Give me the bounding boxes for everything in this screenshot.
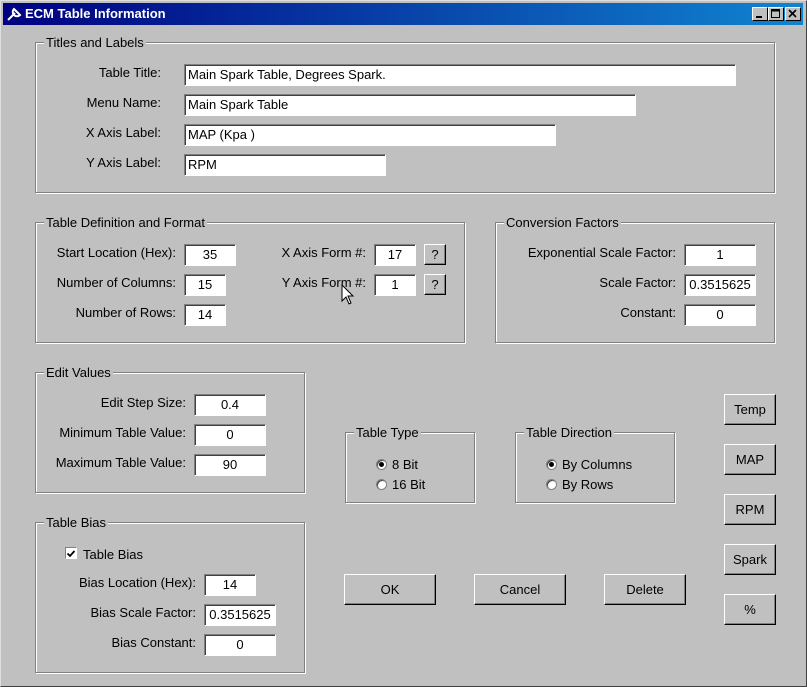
radio-8-bit-label[interactable]: 8 Bit [392, 457, 418, 472]
y-axis-label-field[interactable]: RPM [184, 154, 386, 176]
maximum-table-value-field[interactable]: 90 [194, 454, 266, 476]
exponential-scale-factor-field[interactable]: 1 [684, 244, 756, 266]
maximize-button[interactable] [768, 7, 784, 21]
window-title: ECM Table Information [25, 6, 166, 21]
group-legend: Table Direction [524, 425, 614, 440]
y-axis-form-field[interactable]: 1 [374, 274, 416, 296]
x-axis-label-field[interactable]: MAP (Kpa ) [184, 124, 556, 146]
mouse-cursor-icon [341, 284, 355, 305]
number-of-rows-field[interactable]: 14 [184, 304, 226, 326]
edit-step-size-field[interactable]: 0.4 [194, 394, 266, 416]
number-of-columns-label: Number of Columns: [56, 275, 176, 290]
radio-8-bit[interactable] [376, 459, 387, 470]
temp-button[interactable]: Temp [724, 394, 776, 425]
map-button[interactable]: MAP [724, 444, 776, 475]
group-legend: Table Definition and Format [44, 215, 207, 230]
maximum-table-value-label: Maximum Table Value: [55, 455, 186, 470]
minimum-table-value-label: Minimum Table Value: [59, 425, 186, 440]
constant-field[interactable]: 0 [684, 304, 756, 326]
group-legend: Titles and Labels [44, 35, 146, 50]
wrench-icon [7, 7, 22, 21]
y-axis-label-label: Y Axis Label: [86, 155, 161, 170]
checkmark-icon [66, 550, 76, 558]
rpm-button[interactable]: RPM [724, 494, 776, 525]
table-title-field[interactable]: Main Spark Table, Degrees Spark. [184, 64, 736, 86]
close-button[interactable] [785, 7, 801, 21]
number-of-columns-field[interactable]: 15 [184, 274, 226, 296]
number-of-rows-label: Number of Rows: [75, 305, 176, 320]
group-legend: Conversion Factors [504, 215, 621, 230]
radio-by-columns-label[interactable]: By Columns [562, 457, 632, 472]
radio-by-rows[interactable] [546, 479, 557, 490]
group-legend: Table Type [354, 425, 421, 440]
radio-selected-dot [549, 462, 554, 467]
x-axis-form-field[interactable]: 17 [374, 244, 416, 266]
bias-constant-field[interactable]: 0 [204, 634, 276, 656]
maximize-icon [771, 9, 780, 18]
edit-step-size-label: Edit Step Size: [100, 395, 186, 410]
bias-constant-label: Bias Constant: [111, 635, 196, 650]
percent-button[interactable]: % [724, 594, 776, 625]
exponential-scale-factor-label: Exponential Scale Factor: [527, 245, 676, 260]
bias-location-label: Bias Location (Hex): [78, 575, 196, 590]
group-legend: Table Bias [44, 515, 108, 530]
radio-by-columns[interactable] [546, 459, 557, 470]
y-axis-form-help-button[interactable]: ? [424, 274, 446, 295]
constant-label: Constant: [620, 305, 676, 320]
delete-button[interactable]: Delete [604, 574, 686, 605]
close-icon [788, 9, 797, 18]
menu-name-label: Menu Name: [86, 95, 161, 110]
spark-button[interactable]: Spark [724, 544, 776, 575]
minimum-table-value-field[interactable]: 0 [194, 424, 266, 446]
menu-name-field[interactable]: Main Spark Table [184, 94, 636, 116]
table-bias-checkbox[interactable] [65, 547, 77, 559]
x-axis-label-label: X Axis Label: [85, 125, 161, 140]
radio-16-bit-label[interactable]: 16 Bit [392, 477, 425, 492]
minimize-button[interactable] [752, 7, 768, 21]
bias-location-field[interactable]: 14 [204, 574, 256, 596]
ecm-table-information-window: ECM Table Information Titles and Labels … [0, 0, 807, 687]
x-axis-form-help-button[interactable]: ? [424, 244, 446, 265]
scale-factor-label: Scale Factor: [599, 275, 676, 290]
bias-scale-factor-label: Bias Scale Factor: [90, 605, 197, 620]
start-location-field[interactable]: 35 [184, 244, 236, 266]
radio-selected-dot [379, 462, 384, 467]
table-title-label: Table Title: [98, 65, 161, 80]
x-axis-form-label: X Axis Form #: [281, 245, 366, 260]
scale-factor-field[interactable]: 0.3515625 [684, 274, 756, 296]
minimize-icon [756, 16, 762, 18]
cancel-button[interactable]: Cancel [474, 574, 566, 605]
ok-button[interactable]: OK [344, 574, 436, 605]
radio-16-bit[interactable] [376, 479, 387, 490]
start-location-label: Start Location (Hex): [56, 245, 176, 260]
title-bar[interactable]: ECM Table Information [3, 3, 803, 25]
bias-scale-factor-field[interactable]: 0.3515625 [204, 604, 276, 626]
radio-by-rows-label[interactable]: By Rows [562, 477, 613, 492]
table-bias-checkbox-label[interactable]: Table Bias [83, 547, 143, 562]
group-legend: Edit Values [44, 365, 113, 380]
